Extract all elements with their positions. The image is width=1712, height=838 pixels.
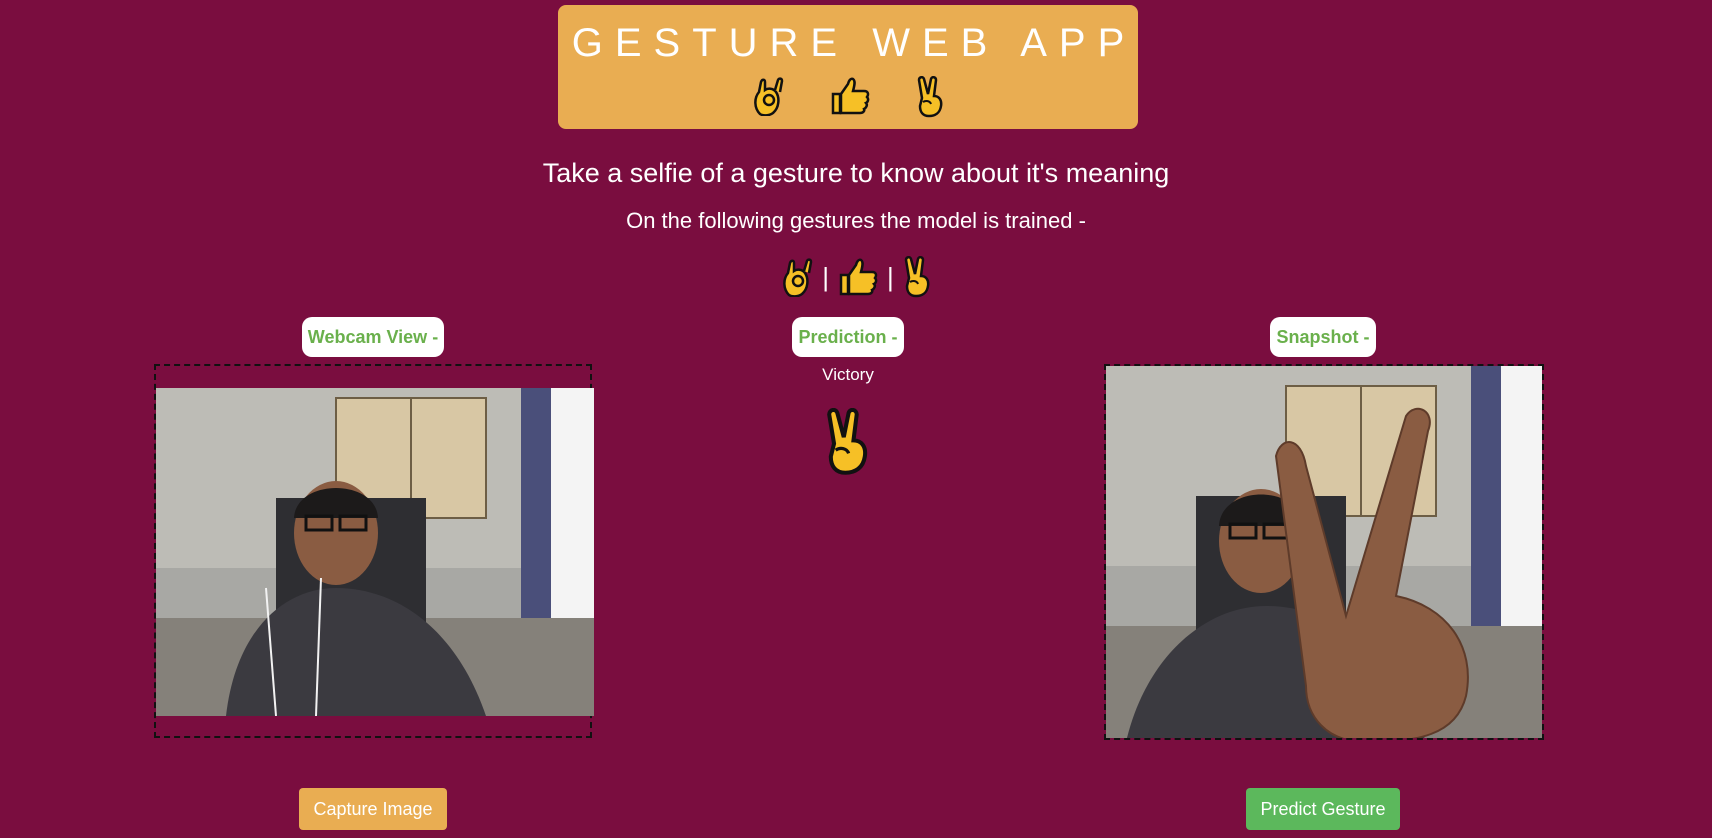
thumbs-up-icon (829, 76, 871, 118)
prediction-result: Victory (822, 365, 874, 384)
predict-gesture-button[interactable]: Predict Gesture (1246, 788, 1400, 830)
victory-hand-icon (822, 408, 872, 476)
app-header: GESTURE WEB APP (558, 5, 1138, 129)
victory-hand-icon (915, 76, 945, 118)
snapshot-image (1106, 366, 1542, 738)
separator: | (822, 262, 829, 292)
snapshot-frame (1104, 364, 1544, 740)
trained-gestures: | | (0, 256, 1712, 298)
ok-hand-icon (751, 76, 785, 118)
snapshot-label: Snapshot - (1270, 317, 1376, 357)
ok-hand-icon (780, 257, 814, 297)
header-gesture-icons (558, 76, 1138, 118)
app-title: GESTURE WEB APP (571, 21, 1137, 65)
intro-subheading: On the following gestures the model is t… (626, 208, 1086, 233)
separator: | (887, 262, 894, 292)
thumbs-up-icon (837, 257, 879, 297)
intro-heading: Take a selfie of a gesture to know about… (542, 158, 1170, 188)
webcam-frame (154, 364, 594, 738)
webcam-video (156, 388, 594, 716)
victory-hand-icon (902, 256, 932, 298)
prediction-label: Prediction - (792, 317, 904, 357)
webcam-view-label: Webcam View - (302, 317, 444, 357)
capture-image-button[interactable]: Capture Image (299, 788, 447, 830)
